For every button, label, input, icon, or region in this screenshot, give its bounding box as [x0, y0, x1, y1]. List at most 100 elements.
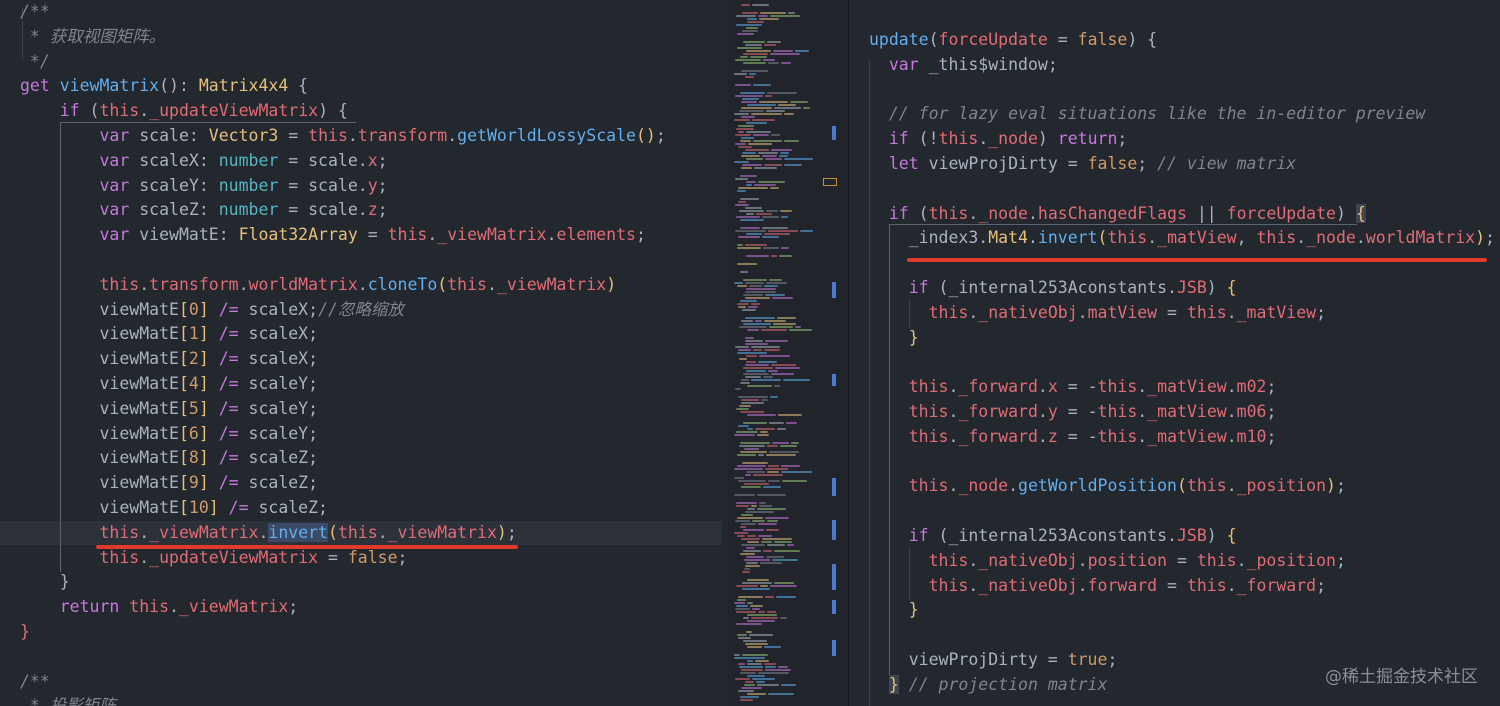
code-line[interactable]: var scale: Vector3 = this.transform.getW… — [20, 124, 665, 148]
code-token: . — [427, 225, 438, 245]
code-token: scaleZ; — [248, 498, 328, 517]
minimap-stripe — [746, 158, 763, 160]
code-token: viewMatE — [20, 498, 179, 517]
code-line[interactable]: var scaleZ: number = scale.z; — [20, 198, 387, 222]
code-line[interactable]: viewMatE[2] /= scaleX; — [20, 347, 318, 371]
code-token: _viewMatrix — [437, 225, 547, 245]
code-line[interactable]: } — [869, 598, 919, 622]
code-line[interactable]: get viewMatrix(): Matrix4x4 { — [20, 74, 308, 98]
code-token: [ — [178, 299, 189, 319]
code-line[interactable]: let viewProjDirty = false; // view matri… — [869, 152, 1296, 176]
code-token: = - — [1057, 402, 1098, 421]
minimap-stripe — [743, 529, 764, 531]
minimap-stripe — [745, 149, 769, 151]
code-token: { — [1226, 278, 1237, 297]
minimap-stripe — [735, 84, 751, 86]
minimap-stripe — [738, 663, 745, 665]
minimap-stripe — [747, 675, 765, 677]
minimap-stripe — [742, 571, 750, 573]
code-line[interactable]: var scaleX: number = scale.x; — [20, 149, 387, 173]
minimap-stripe — [778, 666, 788, 668]
code-line[interactable]: return this._viewMatrix; — [20, 595, 298, 619]
minimap-stripe — [757, 508, 786, 510]
minimap-stripe — [747, 385, 772, 387]
code-token: scaleX; — [238, 349, 319, 369]
code-line[interactable]: } — [869, 326, 919, 350]
minimap-stripe — [745, 297, 770, 299]
code-token: 9 — [188, 473, 199, 493]
minimap-stripe — [761, 541, 772, 543]
code-line[interactable]: viewProjDirty = true; — [869, 648, 1118, 672]
minimap-stripe — [735, 178, 748, 180]
code-line[interactable]: this._nativeObj.matView = this._matView; — [869, 301, 1326, 325]
code-line[interactable]: if (this._node.hasChangedFlags || forceU… — [869, 202, 1366, 226]
code-line[interactable]: */ — [20, 50, 50, 74]
minimap-stripe — [753, 474, 783, 476]
code-line[interactable]: var viewMatE: Float32Array = this._viewM… — [20, 223, 645, 247]
code-line[interactable]: viewMatE[9] /= scaleZ; — [20, 471, 318, 495]
code-line[interactable]: viewMatE[0] /= scaleX;//忽略缩放 — [20, 298, 403, 322]
code-line[interactable]: _index3.Mat4.invert(this._matView, this.… — [869, 226, 1495, 250]
minimap-stripe — [767, 445, 778, 447]
code-line[interactable]: var scaleY: number = scale.y; — [20, 174, 387, 198]
code-token: viewMatE — [20, 299, 179, 319]
code-line[interactable]: this._forward.z = -this._matView.m10; — [869, 425, 1277, 449]
code-line[interactable]: this._nativeObj.position = this._positio… — [869, 549, 1346, 573]
code-line[interactable]: viewMatE[8] /= scaleZ; — [20, 446, 318, 470]
code-line[interactable]: viewMatE[1] /= scaleX; — [20, 322, 318, 346]
code-line[interactable]: } — [20, 570, 70, 594]
code-line[interactable]: var _this$window; — [869, 53, 1058, 77]
code-line[interactable]: this._viewMatrix.invert(this._viewMatrix… — [20, 521, 517, 545]
code-line[interactable]: viewMatE[4] /= scaleY; — [20, 372, 318, 396]
minimap-stripe — [741, 70, 768, 72]
code-token: ] — [208, 498, 219, 517]
code-line[interactable]: this._nativeObj.forward = this._forward; — [869, 574, 1326, 598]
minimap-stripe — [747, 329, 759, 331]
code-token: if — [888, 129, 909, 149]
code-token: [ — [178, 349, 189, 369]
code-token: . — [139, 101, 150, 121]
code-line[interactable]: viewMatE[6] /= scaleY; — [20, 422, 318, 446]
code-line[interactable]: /** — [20, 0, 50, 24]
code-line[interactable]: } — [20, 620, 30, 644]
minimap-stripe — [768, 480, 780, 482]
minimap-stripe — [765, 517, 789, 519]
code-line[interactable]: * 获取视图矩阵。 — [20, 25, 165, 49]
code-line[interactable]: } // projection matrix — [869, 673, 1107, 697]
code-line[interactable]: update(forceUpdate = false) { — [869, 28, 1157, 52]
code-line[interactable]: this._updateViewMatrix = false; — [20, 546, 407, 570]
minimap-stripe — [800, 230, 813, 232]
minimap-stripe — [772, 297, 793, 299]
code-line[interactable]: this._node.getWorldPosition(this._positi… — [869, 474, 1346, 498]
code-line[interactable]: /** — [20, 670, 50, 694]
minimap[interactable] — [728, 0, 818, 706]
code-token: _viewMatrix — [387, 522, 497, 542]
code-token: [ — [178, 374, 189, 393]
code-token: ] — [198, 299, 209, 319]
code-line[interactable]: if (_internal253Aconstants.JSB) { — [869, 524, 1237, 548]
code-line[interactable]: // for lazy eval situations like the in-… — [869, 102, 1425, 126]
minimap-stripe — [757, 684, 779, 686]
code-line[interactable]: this.transform.worldMatrix.cloneTo(this.… — [20, 273, 616, 297]
minimap-stripe — [737, 285, 747, 287]
minimap-stripe — [734, 113, 749, 115]
right-editor-pane[interactable]: update(forceUpdate = false) { var _this$… — [849, 0, 1500, 706]
code-line[interactable]: * 投影矩阵 — [20, 694, 116, 706]
code-token: ) { — [1127, 30, 1158, 49]
code-token: let — [888, 154, 919, 173]
code-line[interactable]: this._forward.y = -this._matView.m06; — [869, 400, 1277, 424]
minimap-stripe — [780, 210, 792, 212]
code-line[interactable]: this._forward.x = -this._matView.m02; — [869, 375, 1277, 399]
code-line[interactable]: if (!this._node) return; — [869, 127, 1127, 151]
minimap-stripe — [748, 143, 772, 145]
scrollbar-change-marker — [832, 520, 836, 540]
code-line[interactable]: if (_internal253Aconstants.JSB) { — [869, 276, 1237, 300]
code-line[interactable]: viewMatE[5] /= scaleY; — [20, 397, 318, 421]
code-token: this — [1186, 302, 1227, 322]
code-line[interactable]: if (this._updateViewMatrix) { — [20, 99, 348, 123]
left-editor-pane[interactable]: /** * 获取视图矩阵。 */ get viewMatrix(): Matrix… — [0, 0, 728, 706]
code-line[interactable]: viewMatE[10] /= scaleZ; — [20, 496, 328, 520]
